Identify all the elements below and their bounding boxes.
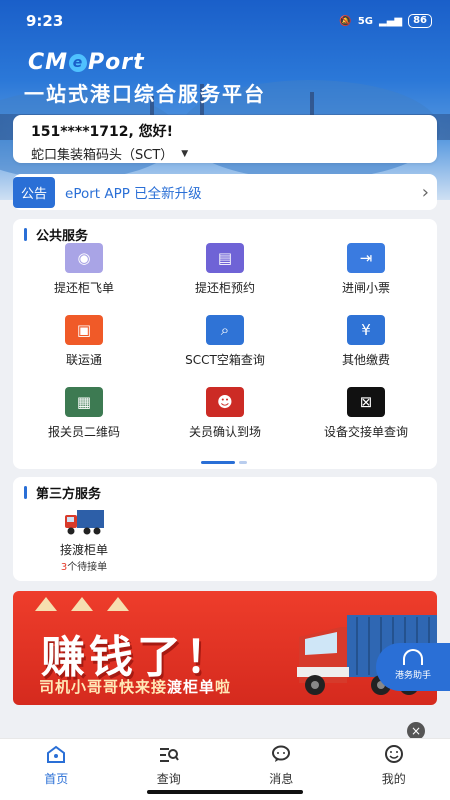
service-other-payment[interactable]: ¥ 其他缴费 xyxy=(296,315,436,368)
third-party-services-panel: 第三方服务 接渡柜单 3个待接单 xyxy=(13,477,437,581)
battery-icon: 86 xyxy=(408,14,432,28)
profile-icon xyxy=(384,745,403,763)
status-time: 9:23 xyxy=(26,12,64,30)
header-banner: 9:23 🔕 5G ▂▄▆ 86 CM e Port 一站式港口综合服务平台 xyxy=(0,0,450,200)
search-list-icon xyxy=(159,748,179,762)
headset-icon xyxy=(403,649,423,665)
user-greeting: 151****1712, 您好! xyxy=(31,124,174,140)
status-bar: 9:23 🔕 5G ▂▄▆ 86 xyxy=(26,10,432,32)
assistant-label: 港务助手 xyxy=(394,671,431,681)
tab-home[interactable]: 首页 xyxy=(0,739,113,800)
mute-icon: 🔕 xyxy=(339,15,352,27)
container-booking-icon: ▤ xyxy=(206,243,244,273)
promo-banner[interactable]: 赚钱了！ 司机小哥哥快来接渡柜单啦 xyxy=(13,591,437,705)
service-gate-ticket[interactable]: ⇥ 进闸小票 xyxy=(296,243,436,296)
service-pickup-flyer[interactable]: ◉ 提还柜飞单 xyxy=(14,243,154,296)
camera-icon: ◉ xyxy=(65,243,103,273)
officer-confirm-icon: ☻ xyxy=(206,387,244,417)
service-empty-container-search[interactable]: ⌕ SCCT空箱查询 xyxy=(155,315,295,368)
home-indicator xyxy=(147,790,303,794)
equipment-receipt-icon: ⊠ xyxy=(347,387,385,417)
empty-container-search-icon: ⌕ xyxy=(206,315,244,345)
truck-icon xyxy=(65,510,104,535)
tab-profile[interactable]: 我的 xyxy=(338,739,450,800)
app-slogan: 一站式港口综合服务平台 xyxy=(24,82,266,106)
message-icon xyxy=(272,745,291,762)
service-equipment-receipt[interactable]: ⊠ 设备交接单查询 xyxy=(296,387,436,440)
app-logo: CM e Port xyxy=(28,50,145,75)
gate-entry-icon: ⇥ xyxy=(347,243,385,273)
pending-count: 3个待接单 xyxy=(60,562,108,573)
chevron-right-icon: › xyxy=(421,181,429,203)
assistant-button[interactable]: 港务助手 xyxy=(376,643,450,691)
service-pickup-booking[interactable]: ▤ 提还柜预约 xyxy=(155,243,295,296)
signal-icon: ▂▄▆ xyxy=(379,15,403,27)
service-broker-qrcode[interactable]: ▦ 报关员二维码 xyxy=(14,387,154,440)
terminal-name: 蛇口集装箱码头（SCT） xyxy=(31,148,174,163)
notice-bar[interactable]: 公告 ePort APP 已全新升级 › xyxy=(13,174,437,210)
section-title: 第三方服务 xyxy=(13,477,437,508)
multimodal-icon: ▣ xyxy=(65,315,103,345)
service-transfer-order[interactable]: 接渡柜单 3个待接单 xyxy=(24,507,144,573)
page-indicator xyxy=(201,461,247,464)
payment-icon: ¥ xyxy=(347,315,385,345)
arrow-up-icon xyxy=(35,597,129,611)
public-services-panel: 公共服务 ◉ 提还柜飞单 ▤ 提还柜预约 ⇥ 进闸小票 ▣ 联运通 ⌕ SCCT… xyxy=(13,219,437,469)
qrcode-icon: ▦ xyxy=(65,387,103,417)
notice-tag: 公告 xyxy=(13,176,56,208)
service-multimodal[interactable]: ▣ 联运通 xyxy=(14,315,154,368)
notice-text: ePort APP 已全新升级 xyxy=(65,186,202,202)
user-card: 151****1712, 您好! 蛇口集装箱码头（SCT） ▼ xyxy=(13,115,437,163)
service-officer-confirm[interactable]: ☻ 关员确认到场 xyxy=(155,387,295,440)
caret-down-icon: ▼ xyxy=(181,148,189,159)
banner-tagline: 司机小哥哥快来接渡柜单啦 xyxy=(39,678,232,696)
network-label: 5G xyxy=(357,15,373,27)
home-icon xyxy=(47,745,66,763)
terminal-selector[interactable]: 蛇口集装箱码头（SCT） ▼ xyxy=(31,144,419,163)
